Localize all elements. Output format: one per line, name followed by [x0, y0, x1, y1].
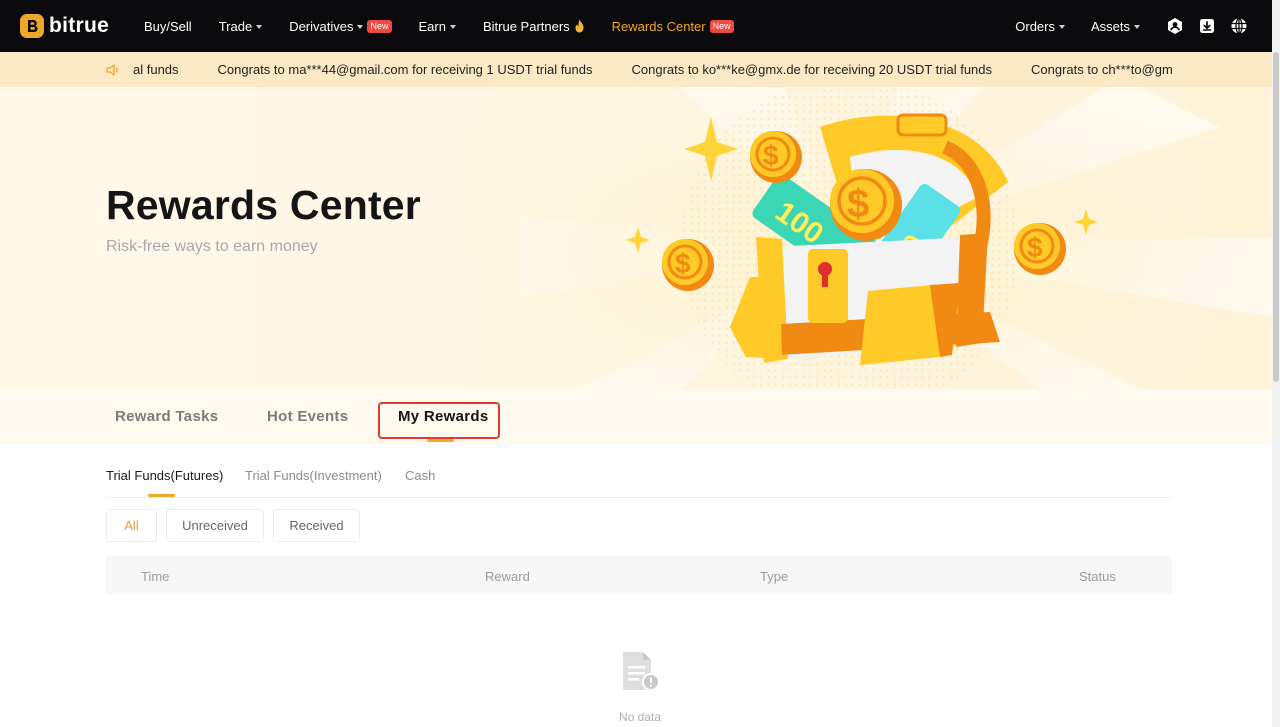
- nav-rewards-center[interactable]: Rewards Center New: [612, 19, 734, 34]
- nav-assets[interactable]: Assets: [1091, 19, 1140, 34]
- chevron-down-icon: [449, 25, 456, 29]
- hero-banner: Rewards Center Risk-free ways to earn mo…: [0, 87, 1272, 389]
- announcement-ticker: al funds Congrats to ma***44@gmail.com f…: [0, 52, 1272, 87]
- svg-text:$: $: [675, 248, 691, 279]
- nav-earn-label: Earn: [418, 18, 446, 34]
- logo-mark-icon: [20, 14, 44, 38]
- ticker-track: al funds Congrats to ma***44@gmail.com f…: [133, 52, 1173, 87]
- main-tab-bar: Reward Tasks Hot Events My Rewards: [0, 389, 1272, 444]
- rewards-table-header: Time Reward Type Status: [106, 556, 1172, 594]
- bitrue-logo[interactable]: bitrue: [20, 14, 122, 38]
- column-header-type: Type: [760, 569, 789, 584]
- top-navbar: bitrue Buy/Sell Trade Derivatives New Ea…: [0, 0, 1272, 52]
- filter-all-button[interactable]: All: [106, 509, 157, 542]
- tab-hot-events[interactable]: Hot Events: [267, 408, 348, 425]
- new-badge: New: [709, 19, 734, 33]
- page-title: Rewards Center: [106, 182, 421, 228]
- column-header-time: Time: [141, 569, 170, 584]
- nav-orders-label: Orders: [1015, 18, 1055, 34]
- fire-icon: [574, 19, 585, 33]
- nav-rewards-label: Rewards Center: [611, 18, 706, 34]
- page-subtitle: Risk-free ways to earn money: [106, 238, 318, 255]
- empty-state-text: No data: [618, 710, 662, 724]
- download-icon[interactable]: [1198, 17, 1216, 35]
- ticker-message: al funds: [133, 62, 179, 77]
- nav-trade-label: Trade: [218, 18, 253, 34]
- nav-bitrue-partners[interactable]: Bitrue Partners: [483, 19, 585, 34]
- tab-reward-tasks[interactable]: Reward Tasks: [115, 408, 218, 425]
- subtab-trial-funds-investment[interactable]: Trial Funds(Investment): [245, 468, 382, 483]
- nav-derivatives[interactable]: Derivatives New: [289, 18, 392, 34]
- nav-earn[interactable]: Earn: [419, 19, 456, 34]
- svg-text:$: $: [763, 140, 779, 171]
- filter-received-button[interactable]: Received: [273, 509, 360, 542]
- nav-trade[interactable]: Trade: [218, 18, 263, 34]
- empty-state: No data: [600, 650, 680, 724]
- brand-name: bitrue: [49, 14, 110, 37]
- chevron-down-icon: [256, 25, 263, 29]
- svg-text:$: $: [1027, 232, 1043, 263]
- scrollbar-thumb[interactable]: [1273, 52, 1279, 382]
- treasure-chest-illustration: 100 50 $ $: [520, 87, 1272, 389]
- column-header-status: Status: [1079, 569, 1116, 584]
- svg-text:$: $: [847, 182, 869, 226]
- nav-orders[interactable]: Orders: [1015, 19, 1065, 34]
- nav-partners-label: Bitrue Partners: [482, 18, 570, 34]
- chevron-down-icon: [357, 25, 364, 29]
- column-header-reward: Reward: [485, 569, 530, 584]
- active-subtab-indicator: [148, 494, 175, 497]
- speaker-icon: [105, 62, 121, 78]
- ticker-message: Congrats to ko***ke@gmx.de for receiving…: [631, 62, 993, 77]
- new-badge: New: [367, 19, 392, 33]
- nav-assets-label: Assets: [1090, 18, 1130, 34]
- status-filter-group: All Unreceived Received: [106, 509, 369, 542]
- ticker-message: Congrats to ch***to@gmail.com: [1031, 62, 1173, 77]
- user-profile-icon[interactable]: [1166, 17, 1184, 35]
- tab-my-rewards[interactable]: My Rewards: [398, 408, 489, 425]
- subtab-trial-funds-futures[interactable]: Trial Funds(Futures): [106, 468, 223, 483]
- subtab-cash[interactable]: Cash: [405, 468, 435, 483]
- chevron-down-icon: [1058, 25, 1065, 29]
- active-tab-indicator: [427, 439, 454, 442]
- ticker-message: Congrats to ma***44@gmail.com for receiv…: [217, 62, 593, 77]
- nav-buy-sell-label: Buy/Sell: [144, 18, 192, 34]
- no-data-icon: [623, 652, 660, 691]
- sub-tab-bar: Trial Funds(Futures) Trial Funds(Investm…: [106, 444, 1172, 498]
- nav-buy-sell[interactable]: Buy/Sell: [144, 19, 192, 34]
- filter-unreceived-button[interactable]: Unreceived: [166, 509, 264, 542]
- globe-icon[interactable]: [1230, 17, 1248, 35]
- page-scrollbar[interactable]: [1272, 0, 1280, 727]
- chevron-down-icon: [1134, 25, 1140, 29]
- nav-derivatives-label: Derivatives: [289, 18, 354, 34]
